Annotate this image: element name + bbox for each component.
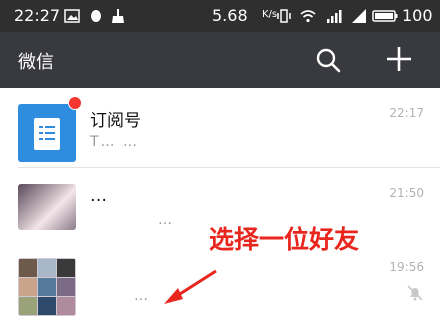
image-icon	[64, 9, 80, 23]
subscription-avatar	[18, 104, 76, 162]
battery-level: 100	[402, 6, 433, 25]
chat-preview: …	[158, 212, 174, 228]
chat-time: 21:50	[389, 186, 424, 200]
chat-item-group[interactable]: 19:56 …	[0, 246, 440, 322]
signal-icon	[327, 10, 342, 23]
broom-icon	[112, 9, 124, 23]
signal-icon-2	[352, 9, 366, 23]
chat-item-subscriptions[interactable]: 订阅号 22:17 T… …	[0, 92, 440, 168]
chat-time: 19:56	[389, 260, 424, 274]
unread-badge	[68, 96, 82, 110]
status-bar: 22:27 5.68 K/s 100	[0, 0, 440, 32]
divider	[18, 167, 440, 168]
status-time: 22:27	[14, 6, 61, 25]
network-speed: 5.68	[212, 6, 248, 25]
mute-bell-icon	[407, 285, 423, 301]
chat-preview: T… …	[90, 134, 140, 150]
vibrate-icon	[277, 9, 291, 23]
document-icon	[34, 118, 60, 150]
app-header: 微信	[0, 32, 440, 88]
network-speed-unit: K/s	[262, 9, 278, 20]
wifi-icon	[300, 10, 316, 23]
chat-name: 订阅号	[90, 111, 141, 131]
page-title: 微信	[18, 52, 54, 73]
battery-icon	[372, 10, 398, 22]
chat-name: …	[90, 186, 107, 206]
annotation-label: 选择一位好友	[209, 225, 360, 254]
qq-icon	[91, 10, 101, 22]
avatar	[18, 184, 76, 230]
chat-time: 22:17	[389, 106, 424, 120]
chat-preview: …	[134, 288, 150, 304]
group-avatar	[18, 258, 76, 316]
search-icon[interactable]	[314, 46, 342, 74]
add-icon[interactable]	[384, 44, 414, 74]
